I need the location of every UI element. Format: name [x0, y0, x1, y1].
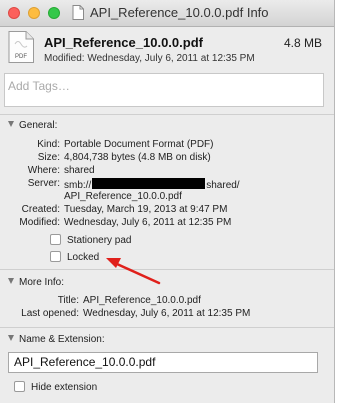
stationery-pad-checkbox[interactable]	[50, 234, 61, 245]
file-name: API_Reference_10.0.0.pdf	[44, 35, 203, 50]
stationery-pad-option[interactable]: Stationery pad	[50, 234, 132, 246]
name-extension-section-header[interactable]: Name & Extension:	[8, 334, 105, 345]
title-bar[interactable]: API_Reference_10.0.0.pdf Info	[0, 0, 334, 27]
pdf-icon-label: PDF	[15, 54, 27, 60]
server-suffix: shared/	[206, 180, 240, 191]
divider	[0, 114, 334, 115]
server-label: Server:	[27, 178, 60, 189]
divider	[0, 269, 334, 270]
modified-date: Modified: Wednesday, July 6, 2011 at 12:…	[44, 53, 255, 64]
server-path: API_Reference_10.0.0.pdf	[64, 191, 182, 202]
hide-extension-checkbox[interactable]	[14, 381, 25, 392]
redacted-block	[92, 178, 206, 189]
title-label: Title:	[57, 295, 79, 306]
general-heading: General:	[19, 120, 58, 131]
disclosure-triangle-icon[interactable]	[8, 335, 14, 341]
kind-label: Kind:	[37, 139, 60, 150]
modified-value: Wednesday, July 6, 2011 at 12:35 PM	[64, 217, 232, 228]
hide-extension-label: Hide extension	[31, 382, 98, 393]
locked-checkbox[interactable]	[50, 251, 61, 262]
created-value: Tuesday, March 19, 2013 at 9:47 PM	[64, 204, 228, 215]
created-label: Created:	[21, 204, 60, 215]
more-info-section-header[interactable]: More Info:	[8, 277, 64, 288]
general-section-header[interactable]: General:	[8, 120, 57, 131]
name-extension-heading: Name & Extension:	[19, 334, 105, 345]
close-button[interactable]	[8, 7, 20, 19]
minimize-button[interactable]	[28, 7, 40, 19]
where-value: shared	[64, 165, 95, 176]
server-prefix: smb://	[64, 180, 92, 191]
tags-placeholder: Add Tags…	[8, 79, 70, 93]
last-opened-value: Wednesday, July 6, 2011 at 12:35 PM	[83, 308, 251, 319]
title-value: API_Reference_10.0.0.pdf	[83, 295, 201, 306]
locked-label: Locked	[67, 252, 100, 263]
stationery-pad-label: Stationery pad	[67, 235, 132, 246]
server-value: smb:// shared/	[64, 178, 240, 191]
divider	[0, 327, 334, 328]
disclosure-triangle-icon[interactable]	[8, 121, 14, 127]
where-label: Where:	[27, 165, 60, 176]
file-header: PDF API_Reference_10.0.0.pdf 4.8 MB Modi…	[0, 27, 334, 73]
last-opened-label: Last opened:	[21, 308, 79, 319]
pdf-file-icon: PDF	[8, 31, 34, 63]
kind-value: Portable Document Format (PDF)	[64, 139, 214, 150]
tags-field[interactable]: Add Tags…	[4, 73, 324, 107]
zoom-button[interactable]	[48, 7, 60, 19]
background-area	[335, 0, 346, 403]
info-window: API_Reference_10.0.0.pdf Info PDF API_Re…	[0, 0, 335, 403]
file-size: 4.8 MB	[283, 36, 322, 50]
locked-option[interactable]: Locked	[50, 251, 99, 263]
size-label: Size:	[37, 152, 60, 163]
hide-extension-option[interactable]: Hide extension	[14, 381, 97, 393]
more-info-heading: More Info:	[19, 277, 65, 288]
window-title: API_Reference_10.0.0.pdf Info	[90, 5, 269, 20]
document-icon	[72, 5, 84, 20]
disclosure-triangle-icon[interactable]	[8, 278, 14, 284]
size-value: 4,804,738 bytes (4.8 MB on disk)	[64, 152, 211, 163]
name-field-value: API_Reference_10.0.0.pdf	[14, 355, 156, 369]
modified-label: Modified:	[19, 217, 60, 228]
name-field[interactable]: API_Reference_10.0.0.pdf	[8, 352, 318, 373]
